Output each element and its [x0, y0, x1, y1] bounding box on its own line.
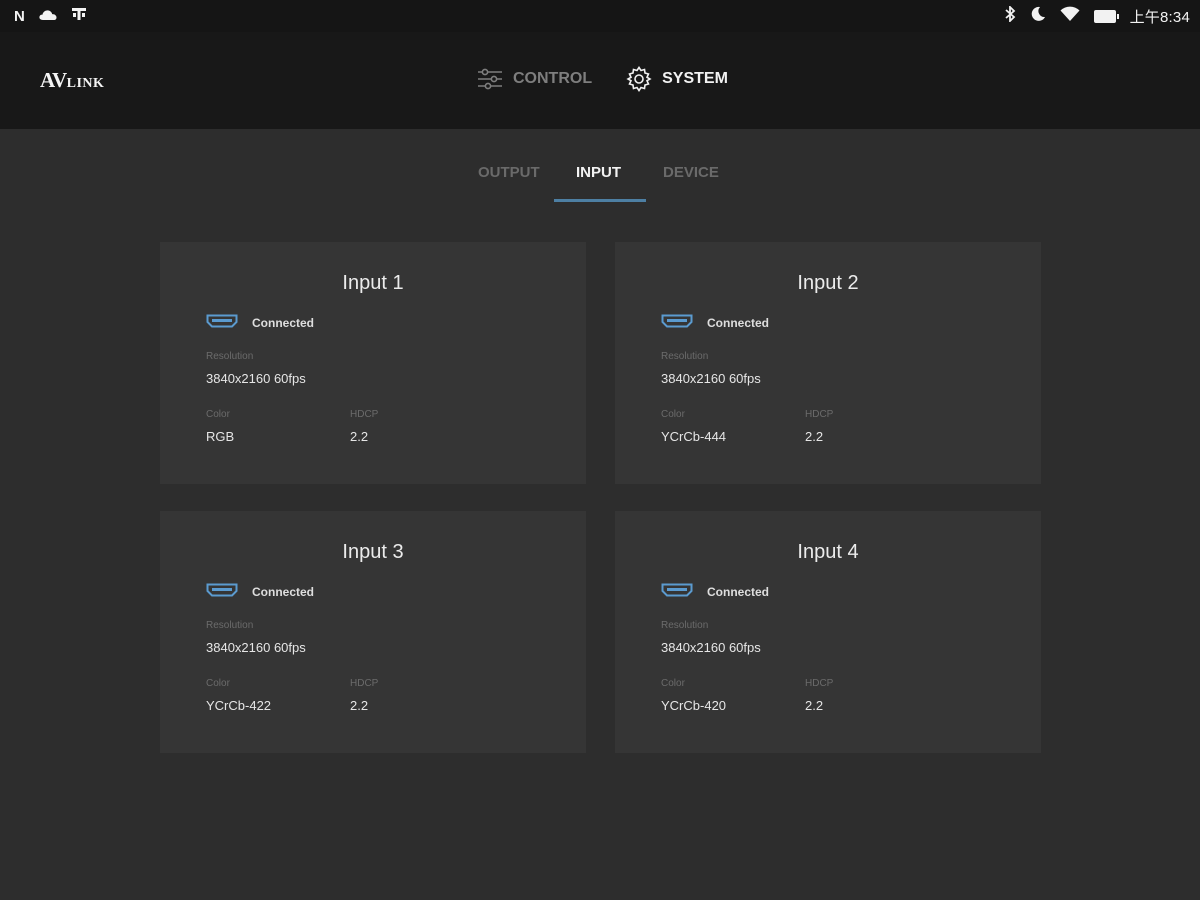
- tab-input[interactable]: INPUT: [576, 164, 621, 181]
- cloud-icon: [39, 8, 57, 25]
- connection-status-label: Connected: [707, 315, 770, 330]
- connection-status: Connected: [661, 314, 769, 331]
- input-card-3: Input 3 Connected Resolution 3840x2160 6…: [160, 511, 586, 753]
- status-bar: N 上午8:34: [0, 0, 1200, 32]
- resolution-label: Resolution: [661, 351, 709, 362]
- resolution-label: Resolution: [661, 620, 709, 631]
- color-value: YCrCb-420: [661, 698, 727, 713]
- hdmi-icon: [661, 314, 693, 331]
- sliders-icon: [477, 68, 503, 90]
- status-bar-left: N: [14, 7, 87, 25]
- hdcp-label: HDCP: [350, 409, 379, 420]
- hdcp-value: 2.2: [350, 429, 369, 444]
- tab-device[interactable]: DEVICE: [663, 164, 719, 181]
- connection-status: Connected: [661, 583, 769, 600]
- resolution-value: 3840x2160 60fps: [206, 371, 306, 386]
- hdcp-value: 2.2: [805, 429, 824, 444]
- battery-icon: [1093, 9, 1119, 23]
- n-icon: N: [14, 7, 25, 25]
- bluetooth-icon: [1004, 4, 1016, 26]
- connection-status-label: Connected: [252, 584, 315, 599]
- hdmi-icon: [206, 314, 238, 331]
- connection-status-label: Connected: [707, 584, 770, 599]
- gear-icon: [626, 66, 652, 92]
- active-tab-indicator: [554, 199, 646, 202]
- avlink-logo: AVLINK: [40, 68, 105, 92]
- nav-system[interactable]: SYSTEM: [626, 66, 728, 92]
- hdmi-icon: [661, 583, 693, 600]
- tab-output[interactable]: OUTPUT: [478, 164, 540, 181]
- hdcp-value: 2.2: [350, 698, 369, 713]
- status-bar-right: 上午8:34: [1004, 4, 1190, 27]
- color-value: YCrCb-444: [661, 429, 727, 444]
- input-card-2: Input 2 Connected Resolution 3840x2160 6…: [615, 242, 1041, 484]
- input-card-4: Input 4 Connected Resolution 3840x2160 6…: [615, 511, 1041, 753]
- resolution-label: Resolution: [206, 620, 254, 631]
- input-title: Input 1: [342, 272, 404, 294]
- color-label: Color: [206, 678, 230, 689]
- color-label: Color: [661, 678, 685, 689]
- nav-control[interactable]: CONTROL: [477, 66, 592, 92]
- resolution-value: 3840x2160 60fps: [206, 640, 306, 655]
- top-nav: CONTROL SYSTEM: [477, 66, 728, 92]
- color-label: Color: [661, 409, 685, 420]
- resolution-value: 3840x2160 60fps: [661, 371, 761, 386]
- color-label: Color: [206, 409, 230, 420]
- app-header: AVLINK CONTROL SYSTEM: [0, 32, 1200, 129]
- input-title: Input 4: [797, 541, 859, 563]
- connection-status: Connected: [206, 583, 314, 600]
- hdcp-value: 2.2: [805, 698, 824, 713]
- color-value: RGB: [206, 429, 235, 444]
- moon-icon: [1030, 6, 1046, 26]
- notification-icon: [71, 7, 87, 25]
- hdcp-label: HDCP: [350, 678, 379, 689]
- input-title: Input 2: [797, 272, 859, 294]
- connection-status: Connected: [206, 314, 314, 331]
- tab-bar: OUTPUT INPUT DEVICE: [0, 155, 1200, 203]
- wifi-icon: [1060, 6, 1080, 26]
- hdcp-label: HDCP: [805, 409, 834, 420]
- resolution-label: Resolution: [206, 351, 254, 362]
- hdcp-label: HDCP: [805, 678, 834, 689]
- nav-control-label: CONTROL: [513, 70, 593, 87]
- nav-system-label: SYSTEM: [662, 70, 728, 87]
- resolution-value: 3840x2160 60fps: [661, 640, 761, 655]
- hdmi-icon: [206, 583, 238, 600]
- color-value: YCrCb-422: [206, 698, 272, 713]
- input-title: Input 3: [342, 541, 404, 563]
- connection-status-label: Connected: [252, 315, 315, 330]
- input-card-1: Input 1 Connected Resolution 3840x2160 6…: [160, 242, 586, 484]
- status-time: 上午8:34: [1129, 8, 1190, 26]
